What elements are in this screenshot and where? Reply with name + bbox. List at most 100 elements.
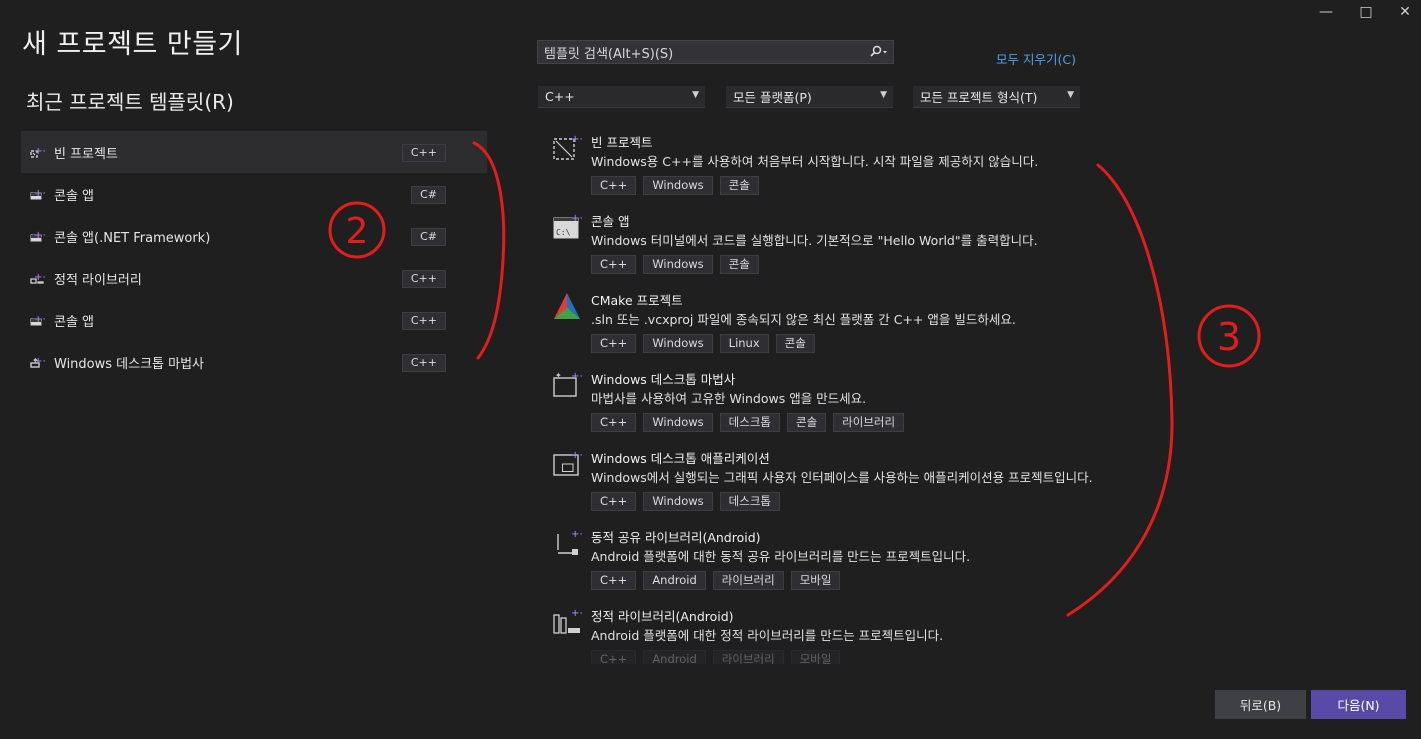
annotation-label-3: 3 [1217,315,1241,359]
template-tags: C++ Android 라이브러리 모바일 [591,571,841,590]
template-description: Android 플랫폼에 대한 동적 공유 라이브러리를 만드는 프로젝트입니다… [591,549,971,564]
language-badge: C# [411,228,446,246]
template-item[interactable]: ✦ ++ Windows 데스크톱 마법사마법사를 사용하여 고유한 Windows… [546,367,1136,446]
template-tag: 데스크톱 [719,492,780,511]
template-name: 동적 공유 라이브러리(Android) [591,530,761,545]
svg-text:++: ++ [571,371,582,382]
template-item[interactable]: ++ 동적 공유 라이브러리(Android) Android 플랫폼에 대한 동적… [546,525,1136,604]
template-tag: Windows [643,255,713,274]
close-button[interactable]: ✕ [1382,0,1421,24]
language-filter-value: C++ [545,89,575,104]
template-tag: 라이브러리 [712,571,784,590]
svg-text:++: ++ [34,356,45,367]
console-app-icon: C:\++ [552,212,588,242]
template-item[interactable]: ++ Windows 데스크톱 애플리케이션 Windows에서 실행되는 그래픽 … [546,446,1136,525]
template-tag: Windows [643,413,713,432]
console-app-icon: C:\++ [29,229,51,243]
back-button[interactable]: 뒤로(B) [1215,690,1306,719]
svg-text:++: ++ [34,146,45,157]
template-description: 마법사를 사용하여 고유한 Windows 앱을 만드세요. [591,391,867,406]
language-badge: C++ [401,354,446,372]
page-title: 새 프로젝트 만들기 [22,29,243,60]
recent-template-label: 콘솔 앱(.NET Framework) [54,230,211,246]
recent-templates-list: ++빈 프로젝트C++C:\++콘솔 앱C#C:\++콘솔 앱(.NET Fra… [21,131,487,383]
template-tag: 콘솔 [719,255,759,274]
template-tags: C++ Android 라이브러리 모바일 [591,650,841,664]
template-tag: Windows [643,334,713,353]
template-tag: Android [643,571,706,590]
recent-template-item[interactable]: ++ 빈 프로젝트 C++ [21,131,487,173]
template-name: Windows 데스크톱 마법사 [591,372,736,387]
template-item[interactable]: C:\++콘솔 앱Windows 터미널에서 코드를 실행합니다. 기본적으로 … [546,209,1136,288]
template-tag: Windows [643,176,713,195]
svg-text:++: ++ [571,134,582,145]
template-search-box[interactable]: 템플릿 검색(Alt+S)(S) [537,40,894,64]
template-tag: C++ [591,413,637,432]
template-tag: 모바일 [790,650,841,664]
search-input[interactable]: 템플릿 검색(Alt+S)(S) [538,43,865,62]
language-badge: C++ [401,270,446,288]
language-filter-dropdown[interactable]: C++ ▼ [538,86,705,108]
recent-template-item[interactable]: C:\++콘솔 앱 C++ [21,299,487,341]
svg-text:++: ++ [571,450,582,461]
template-tag: C++ [591,571,637,590]
project-type-filter-value: 모든 프로젝트 형식(T) [920,90,1038,105]
template-name: 정적 라이브러리(Android) [591,609,734,624]
template-tag: C++ [591,255,637,274]
template-tag: C++ [591,334,637,353]
recent-template-item[interactable]: C:\++콘솔 앱 C# [21,173,487,215]
template-item[interactable]: ++ 빈 프로젝트 Windows용 C++를 사용하여 처음부터 시작합니다. 시… [546,130,1136,209]
platform-filter-value: 모든 플랫폼(P) [733,90,812,105]
template-tag: 콘솔 [786,413,827,432]
svg-text:✦: ✦ [555,371,562,380]
language-badge: C++ [401,144,446,162]
template-description: Windows용 C++를 사용하여 처음부터 시작합니다. 시작 파일을 제공… [591,154,1039,169]
template-tag: 콘솔 [775,334,815,353]
template-description: Windows에서 실행되는 그래픽 사용자 인터페이스를 사용하는 애플리케이… [591,470,1093,485]
template-tag: Linux [719,334,769,353]
recent-templates-heading: 최근 프로젝트 템플릿(R) [26,90,234,114]
template-description: .sln 또는 .vcxproj 파일에 종속되지 않은 최신 플랫폼 간 C+… [591,312,1016,327]
project-type-filter-dropdown[interactable]: 모든 프로젝트 형식(T) ▼ [913,86,1080,108]
template-tag: 콘솔 [719,176,759,195]
recent-template-label: 콘솔 앱 [54,314,95,330]
template-tag: Android [643,650,706,664]
svg-text:++: ++ [571,608,582,619]
template-tags: C++ Windows 데스크톱 [591,492,780,511]
empty-project-icon: ++ [29,145,51,159]
svg-text:++: ++ [34,272,45,283]
template-tag: 라이브러리 [712,650,784,664]
recent-template-label: 빈 프로젝트 [54,146,118,162]
template-tags: C++ Windows Linux 콘솔 [591,334,815,353]
template-name: 빈 프로젝트 [591,135,653,150]
template-item[interactable]: ++ 정적 라이브러리(Android) Android 플랫폼에 대한 정적 라이… [546,604,1136,664]
template-tag: C++ [591,492,637,511]
language-badge: C# [411,186,446,204]
console-app-icon: C:\++ [29,313,51,327]
template-tag: Windows [643,492,713,511]
shared-library-icon: ++ [552,528,588,558]
annotation-circle-3 [1197,304,1261,368]
template-item[interactable]: CMake 프로젝트 .sln 또는 .vcxproj 파일에 종속되지 않은 최… [546,288,1136,367]
template-list: ++ 빈 프로젝트 Windows용 C++를 사용하여 처음부터 시작합니다. 시… [546,130,1136,664]
clear-all-link[interactable]: 모두 지우기(C) [996,49,1076,68]
template-tags: C++ Windows 데스크톱 콘솔 라이브러리 [591,413,905,432]
search-icon[interactable] [865,45,893,59]
svg-text:++: ++ [34,230,45,241]
recent-template-item[interactable]: C:\++콘솔 앱(.NET Framework) C# [21,215,487,257]
svg-text:++: ++ [34,188,45,199]
template-tag: 라이브러리 [833,413,905,432]
recent-template-label: 정적 라이브러리 [54,272,142,288]
platform-filter-dropdown[interactable]: 모든 플랫폼(P) ▼ [726,86,893,108]
svg-text:++: ++ [571,529,582,540]
recent-template-item[interactable]: ✦++Windows 데스크톱 마법사 C++ [21,341,487,383]
language-badge: C++ [401,312,446,330]
template-name: Windows 데스크톱 애플리케이션 [591,451,770,466]
template-name: CMake 프로젝트 [591,293,683,308]
empty-project-icon: ++ [552,133,588,163]
recent-template-label: 콘솔 앱 [54,188,95,204]
template-name: 콘솔 앱 [591,214,630,229]
recent-template-item[interactable]: ++ 정적 라이브러리 C++ [21,257,487,299]
next-button[interactable]: 다음(N) [1311,690,1406,719]
svg-text:C:\: C:\ [556,228,571,237]
